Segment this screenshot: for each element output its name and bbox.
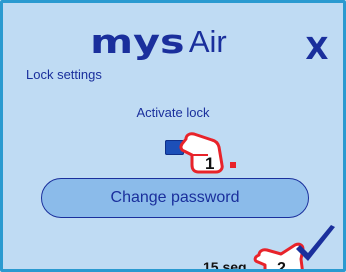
- brand-header: mys Air: [3, 21, 343, 61]
- lock-settings-dialog: mys Air X Lock settings Activate lock 1 …: [0, 0, 346, 272]
- brand-logo-word: mys: [90, 21, 185, 61]
- annotation-step-1: 1: [205, 154, 214, 173]
- change-password-button[interactable]: Change password: [41, 178, 309, 218]
- activate-lock-label: Activate lock: [136, 105, 210, 120]
- brand-logo: mys Air: [90, 23, 227, 59]
- annotation-step-2: 2: [277, 260, 286, 272]
- brand-logo-suffix: Air: [188, 23, 227, 59]
- close-icon[interactable]: X: [304, 35, 330, 65]
- checkmark-icon[interactable]: [293, 223, 338, 265]
- countdown-timer: 15 seg.: [203, 259, 251, 272]
- section-title: Lock settings: [26, 67, 102, 82]
- pointing-hand-icon: 1: [179, 132, 236, 174]
